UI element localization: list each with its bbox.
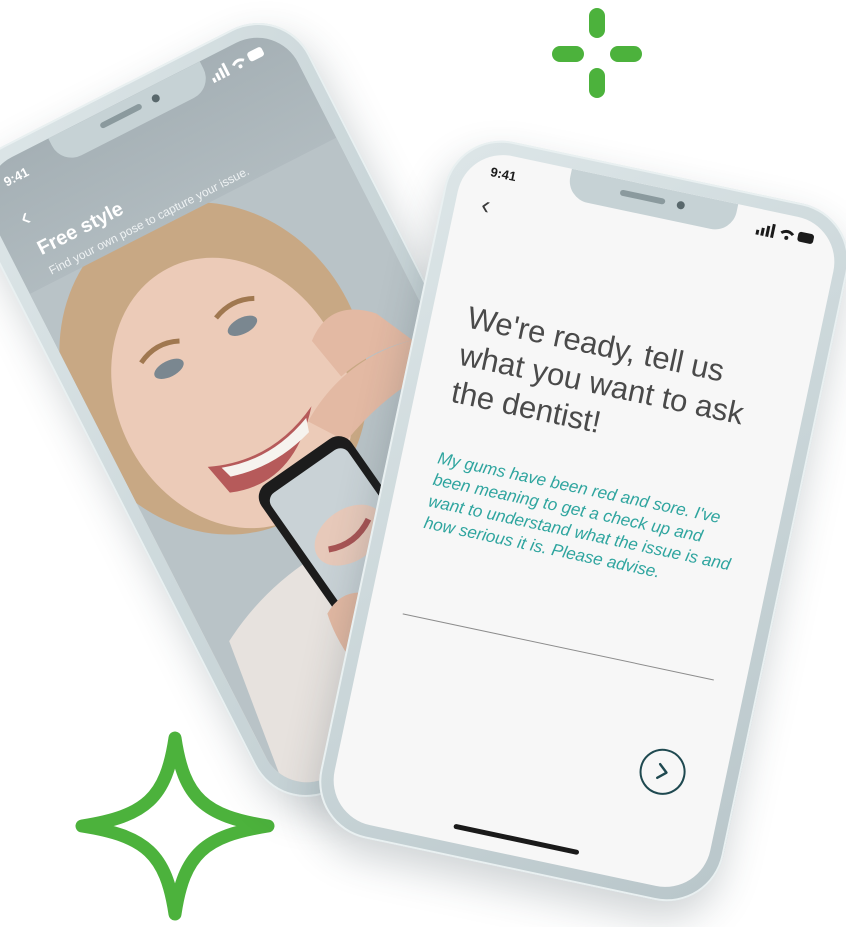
sparkle-small-icon (552, 8, 642, 98)
question-heading: We're ready, tell us what you want to as… (448, 299, 747, 440)
home-indicator (453, 823, 580, 856)
status-time: 9:41 (489, 164, 518, 185)
chevron-right-icon (656, 762, 668, 780)
next-button[interactable] (635, 744, 690, 800)
status-icons (211, 47, 264, 84)
back-chevron-icon[interactable]: ‹ (14, 201, 35, 232)
status-icons (755, 223, 815, 244)
input-underline (402, 613, 714, 681)
sparkle-large-icon (75, 731, 275, 921)
question-input[interactable]: My gums have been red and sore. I've bee… (422, 447, 744, 598)
notch (565, 168, 739, 234)
notch (48, 61, 214, 166)
status-time: 9:41 (1, 164, 32, 190)
back-chevron-icon[interactable]: ‹ (479, 189, 494, 220)
